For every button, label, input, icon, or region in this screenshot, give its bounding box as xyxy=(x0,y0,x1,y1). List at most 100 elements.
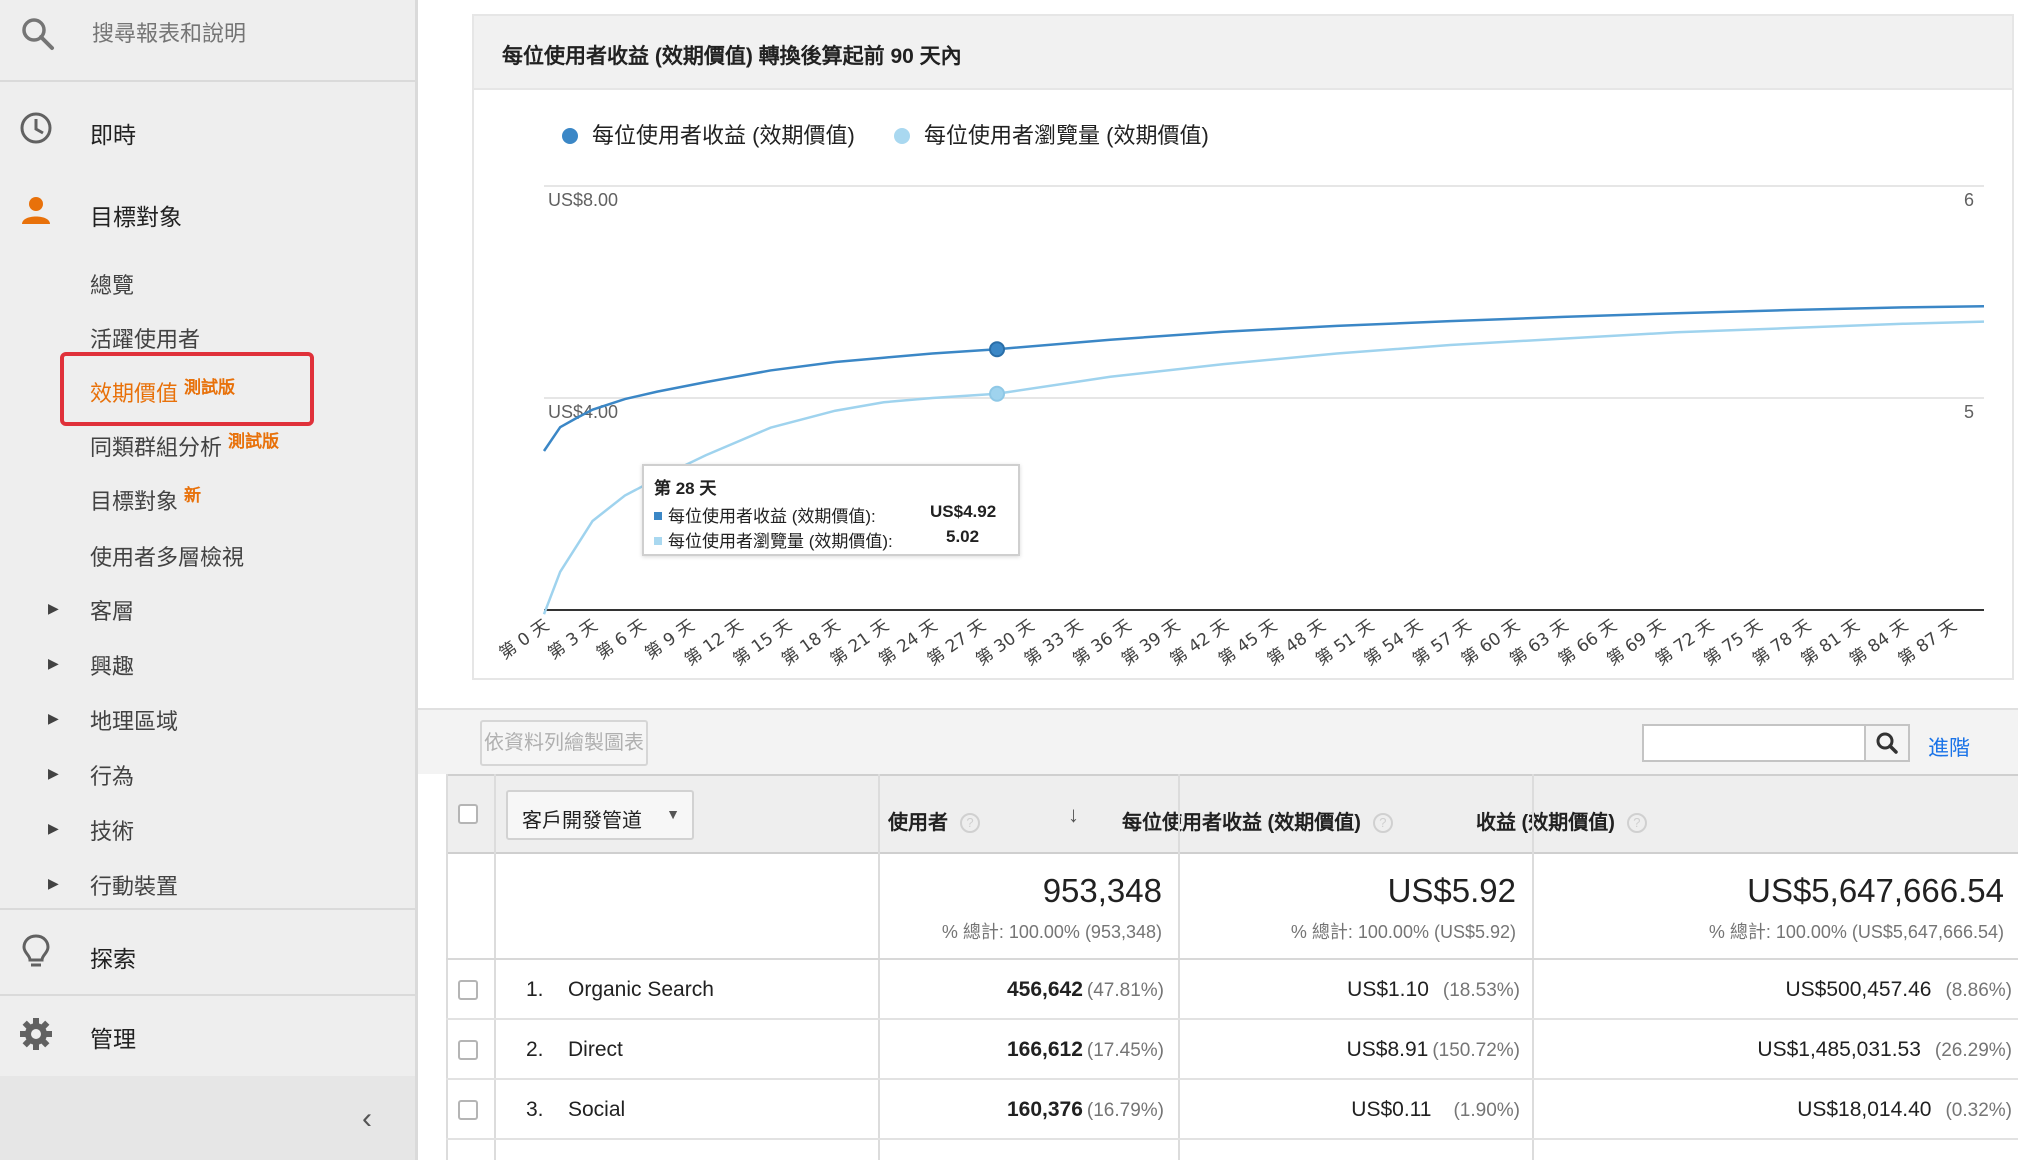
advanced-link[interactable]: 進階 xyxy=(1928,732,1970,762)
sidebar-sub-geo[interactable]: 地理區域 xyxy=(90,704,178,736)
caret-down-icon: ▼ xyxy=(666,806,680,822)
rpu-pct: (150.72%) xyxy=(1432,1040,1520,1061)
table-toolbar: 依資料列繪製圖表 進階 xyxy=(418,708,2018,774)
main-content: 每位使用者收益 (效期價值) 轉換後算起前 90 天內 每位使用者收益 (效期價… xyxy=(418,0,2018,1160)
data-table: 客戶開發管道 ▼ 使用者? ↓ 每位使用者收益 (效期價值)? 收益 (效期價值… xyxy=(446,774,2018,1160)
header-label: 使用者 xyxy=(888,812,948,834)
search-icon xyxy=(22,18,54,50)
help-icon[interactable]: ? xyxy=(1626,813,1647,833)
cell-revenue: US$1,485,031.53 (26.29%) xyxy=(1532,1038,2012,1062)
chart-title: 每位使用者收益 (效期價值) 轉換後算起前 90 天內 xyxy=(502,45,962,68)
divider xyxy=(0,908,415,910)
row-number: 2. xyxy=(526,1038,544,1061)
sidebar-item-realtime[interactable]: 即時 xyxy=(0,90,415,172)
sidebar-sub-active-users[interactable]: 活躍使用者 xyxy=(90,322,200,354)
series-swatch xyxy=(654,537,662,545)
help-icon[interactable]: ? xyxy=(1372,813,1393,833)
users-pct: (16.79%) xyxy=(1086,1100,1164,1121)
users-pct: (47.81%) xyxy=(1086,980,1164,1001)
rev-value: US$500,457.46 xyxy=(1785,978,1932,1001)
expand-triangle-icon[interactable]: ▶ xyxy=(48,600,59,617)
sidebar-item-discover[interactable]: 探索 xyxy=(0,912,415,994)
sort-desc-icon[interactable]: ↓ xyxy=(1068,802,1079,828)
cell-users: 160,376 (16.79%) xyxy=(878,1098,1164,1122)
table-search-input[interactable] xyxy=(1642,724,1866,762)
sidebar-search[interactable]: 搜尋報表和說明 xyxy=(0,0,415,82)
chart-tooltip: 第 28 天 每位使用者收益 (效期價值): US$4.92 每位使用者瀏覽量 … xyxy=(642,464,1020,556)
rev-pct: (0.32%) xyxy=(1945,1100,2012,1121)
sidebar-sub-demographics[interactable]: 客層 xyxy=(90,594,134,626)
table-row[interactable]: 1. Organic Search 456,642 (47.81%) US$1.1… xyxy=(446,960,2018,1020)
expand-triangle-icon[interactable]: ▶ xyxy=(48,655,59,672)
header-label: 收益 (效期價值) xyxy=(1476,812,1615,834)
expand-triangle-icon[interactable]: ▶ xyxy=(48,875,59,892)
rpu-value: US$8.91 xyxy=(1346,1038,1429,1061)
expand-triangle-icon[interactable]: ▶ xyxy=(48,765,59,782)
sidebar-sub-user-explorer[interactable]: 使用者多層檢視 xyxy=(90,540,244,572)
table-row[interactable]: 3. Social 160,376 (16.79%) US$0.11 (1.90%)… xyxy=(446,1080,2018,1140)
dimension-label: 客戶開發管道 xyxy=(522,810,642,832)
column-header-rev-per-user[interactable]: 每位使用者收益 (效期價值)? xyxy=(1122,806,1393,835)
plot-rows-button[interactable]: 依資料列繪製圖表 xyxy=(480,720,648,766)
column-header-users[interactable]: 使用者? xyxy=(888,806,980,835)
clock-icon xyxy=(20,112,52,144)
x-tick-label: 第 6 天 xyxy=(593,616,650,664)
expand-triangle-icon[interactable]: ▶ xyxy=(48,820,59,837)
sidebar-sub-audiences[interactable]: 目標對象新 xyxy=(90,484,201,516)
gear-icon xyxy=(20,1018,52,1050)
sidebar: 搜尋報表和說明 即時 目標對象 總覽 活躍使用者 效期價值 測試版 同類群組分析測… xyxy=(0,0,418,1160)
channel-link[interactable]: Organic Search xyxy=(568,978,714,1002)
select-all-checkbox[interactable] xyxy=(458,804,478,824)
row-number: 3. xyxy=(526,1098,544,1121)
table-row[interactable]: 2. Direct 166,612 (17.45%) US$8.91 (150.72… xyxy=(446,1020,2018,1080)
sidebar-sub-mobile[interactable]: 行動裝置 xyxy=(90,869,178,901)
expand-triangle-icon[interactable]: ▶ xyxy=(48,710,59,727)
sidebar-sub-cohort[interactable]: 同類群組分析 測試版 xyxy=(90,430,279,462)
chevron-left-icon[interactable]: ‹ xyxy=(362,1102,372,1136)
tooltip-value: 5.02 xyxy=(946,527,980,546)
sidebar-sub-interests[interactable]: 興趣 xyxy=(90,649,134,681)
column-header-revenue[interactable]: 收益 (效期價值)? xyxy=(1476,806,1647,835)
row-checkbox[interactable] xyxy=(458,980,478,1000)
x-tick-label: 第 0 天 xyxy=(496,616,553,664)
chart-card: 每位使用者收益 (效期價值) 轉換後算起前 90 天內 每位使用者收益 (效期價… xyxy=(472,14,2014,680)
row-checkbox[interactable] xyxy=(458,1040,478,1060)
sidebar-collapse-bar: ‹ xyxy=(0,1076,415,1160)
lightbulb-icon xyxy=(22,934,50,967)
rpu-value: US$0.11 xyxy=(1351,1098,1432,1121)
sidebar-sub-behavior[interactable]: 行為 xyxy=(90,759,134,791)
table-search-button[interactable] xyxy=(1864,724,1910,762)
tooltip-label: 每位使用者收益 (效期價值): xyxy=(668,507,876,526)
sidebar-sub-overview[interactable]: 總覽 xyxy=(90,268,134,300)
cell-users: 166,612 (17.45%) xyxy=(878,1038,1164,1062)
line-chart: US$8.00US$4.0065第 0 天第 3 天第 6 天第 9 天第 12… xyxy=(496,185,1985,670)
cell-rpu: US$8.91 (150.72%) xyxy=(1178,1038,1520,1062)
users-pct: (17.45%) xyxy=(1086,1040,1164,1061)
dimension-dropdown[interactable]: 客戶開發管道 ▼ xyxy=(506,790,694,840)
tooltip-row: 每位使用者收益 (效期價值): US$4.92 xyxy=(654,502,1008,527)
cell-revenue: US$500,457.46 (8.86%) xyxy=(1532,978,2013,1002)
rev-value: US$1,485,031.53 xyxy=(1757,1038,1921,1061)
cell-users: 456,642 (47.81%) xyxy=(878,978,1164,1002)
row-checkbox[interactable] xyxy=(458,1100,478,1120)
person-icon xyxy=(22,197,50,224)
sidebar-sub-technology[interactable]: 技術 xyxy=(90,814,134,846)
rpu-pct: (1.90%) xyxy=(1453,1100,1520,1121)
sidebar-item-admin[interactable]: 管理 xyxy=(0,996,415,1078)
help-icon[interactable]: ? xyxy=(960,813,980,833)
sidebar-sub-label: 目標對象 xyxy=(90,489,179,514)
beta-badge: 測試版 xyxy=(228,432,280,451)
sidebar-item-audience[interactable]: 目標對象 xyxy=(0,172,415,254)
highlight-point xyxy=(989,385,1006,402)
rev-value: US$18,014.40 xyxy=(1797,1098,1932,1121)
cell-rpu: US$1.10 (18.53%) xyxy=(1178,978,1520,1002)
channel-link[interactable]: Social xyxy=(568,1098,625,1122)
x-tick-label: 第 3 天 xyxy=(544,616,601,664)
sidebar-item-label: 目標對象 xyxy=(90,204,182,230)
y-right-tick-label: 5 xyxy=(1964,402,1974,422)
channel-link[interactable]: Direct xyxy=(568,1038,623,1062)
total-rev-per-user-sub: % 總計: 100.00% (US$5.92) xyxy=(1290,922,1516,942)
cell-revenue: US$18,014.40 (0.32%) xyxy=(1532,1098,2012,1122)
highlight-point xyxy=(989,341,1006,358)
highlight-annotation xyxy=(60,352,314,426)
